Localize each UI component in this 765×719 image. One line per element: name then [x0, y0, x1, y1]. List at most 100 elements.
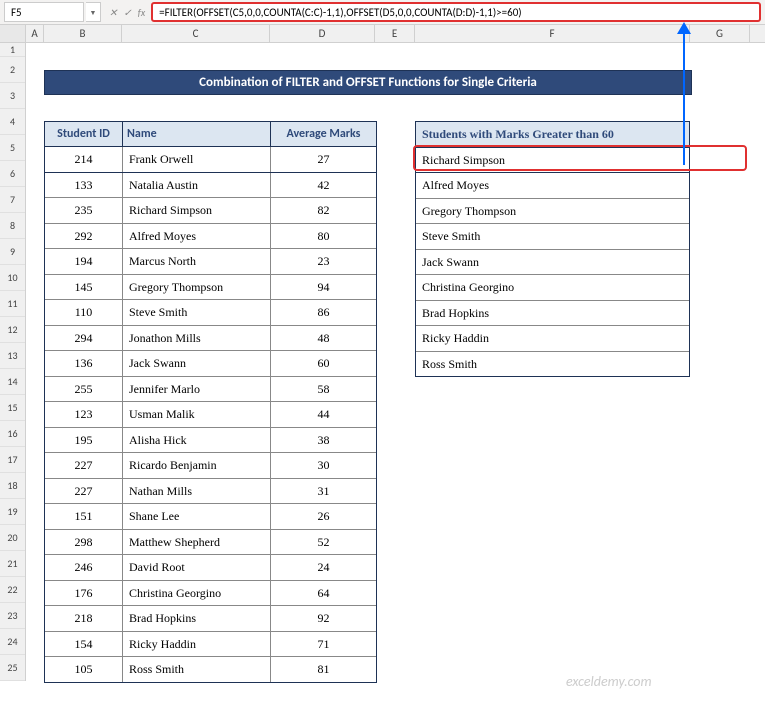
table-row[interactable]: 195Alisha Hick38	[45, 428, 376, 454]
row-header[interactable]: 9	[0, 239, 25, 265]
table-row[interactable]: 151Shane Lee26	[45, 504, 376, 530]
row-header[interactable]: 25	[0, 655, 25, 681]
table-row[interactable]: 176Christina Georgino64	[45, 581, 376, 607]
table-row[interactable]: 123Usman Malik44	[45, 402, 376, 428]
cell-id[interactable]: 176	[45, 581, 123, 606]
row-header[interactable]: 15	[0, 395, 25, 421]
name-box[interactable]: F5	[4, 2, 84, 22]
cell-id[interactable]: 214	[45, 147, 123, 172]
row-header[interactable]: 19	[0, 499, 25, 525]
table-row[interactable]: 194Marcus North23	[45, 249, 376, 275]
cell-name[interactable]: Natalia Austin	[123, 173, 271, 198]
cell-name[interactable]: Ricky Haddin	[123, 632, 271, 657]
formula-bar[interactable]: =FILTER(OFFSET(C5,0,0,COUNTA(C:C)-1,1),O…	[151, 2, 761, 22]
select-all-corner[interactable]	[0, 25, 26, 42]
cell-id[interactable]: 105	[45, 657, 123, 682]
cell-name[interactable]: Jennifer Marlo	[123, 377, 271, 402]
table-row[interactable]: 235Richard Simpson82	[45, 198, 376, 224]
table-row[interactable]: 294Jonathon Mills48	[45, 326, 376, 352]
table-row[interactable]: 255Jennifer Marlo58	[45, 377, 376, 403]
cell-name[interactable]: Frank Orwell	[123, 147, 271, 172]
cancel-icon[interactable]: ✕	[109, 6, 117, 19]
col-header-d[interactable]: D	[270, 25, 375, 42]
cell-result[interactable]: Jack Swann	[416, 250, 689, 275]
cell-marks[interactable]: 80	[271, 224, 376, 249]
cell-marks[interactable]: 44	[271, 402, 376, 427]
col-header-f[interactable]: F	[415, 25, 690, 42]
row-header[interactable]: 4	[0, 109, 25, 135]
cell-result[interactable]: Richard Simpson	[416, 148, 689, 173]
table-row[interactable]: 110Steve Smith86	[45, 300, 376, 326]
cell-id[interactable]: 154	[45, 632, 123, 657]
table-row[interactable]: Jack Swann	[416, 250, 689, 276]
cell-name[interactable]: Alisha Hick	[123, 428, 271, 453]
row-header[interactable]: 3	[0, 83, 25, 109]
table-row[interactable]: 145Gregory Thompson94	[45, 275, 376, 301]
table-row[interactable]: 292Alfred Moyes80	[45, 224, 376, 250]
cell-id[interactable]: 235	[45, 198, 123, 223]
table-row[interactable]: 246David Root24	[45, 555, 376, 581]
table-row[interactable]: 154Ricky Haddin71	[45, 632, 376, 658]
cell-marks[interactable]: 94	[271, 275, 376, 300]
cell-marks[interactable]: 27	[271, 147, 376, 172]
cell-id[interactable]: 218	[45, 606, 123, 631]
row-header[interactable]: 18	[0, 473, 25, 499]
cell-id[interactable]: 145	[45, 275, 123, 300]
table-row[interactable]: 298Matthew Shepherd52	[45, 530, 376, 556]
cell-name[interactable]: Alfred Moyes	[123, 224, 271, 249]
cell-marks[interactable]: 92	[271, 606, 376, 631]
cell-name[interactable]: Usman Malik	[123, 402, 271, 427]
cell-marks[interactable]: 30	[271, 453, 376, 478]
row-header[interactable]: 12	[0, 317, 25, 343]
cell-marks[interactable]: 82	[271, 198, 376, 223]
cell-id[interactable]: 255	[45, 377, 123, 402]
cell-name[interactable]: Steve Smith	[123, 300, 271, 325]
cell-marks[interactable]: 60	[271, 351, 376, 376]
row-header[interactable]: 17	[0, 447, 25, 473]
cell-name[interactable]: Brad Hopkins	[123, 606, 271, 631]
table-row[interactable]: Gregory Thompson	[416, 199, 689, 225]
cell-marks[interactable]: 26	[271, 504, 376, 529]
cell-marks[interactable]: 86	[271, 300, 376, 325]
cell-marks[interactable]: 71	[271, 632, 376, 657]
table-row[interactable]: Richard Simpson	[416, 148, 689, 174]
cell-id[interactable]: 292	[45, 224, 123, 249]
cell-name[interactable]: Ross Smith	[123, 657, 271, 682]
cell-name[interactable]: Shane Lee	[123, 504, 271, 529]
row-header[interactable]: 14	[0, 369, 25, 395]
row-header[interactable]: 16	[0, 421, 25, 447]
col-header-c[interactable]: C	[122, 25, 270, 42]
table-row[interactable]: 214Frank Orwell27	[45, 147, 376, 173]
cell-marks[interactable]: 64	[271, 581, 376, 606]
row-header[interactable]: 22	[0, 577, 25, 603]
cell-result[interactable]: Ross Smith	[416, 352, 689, 377]
cell-name[interactable]: Jack Swann	[123, 351, 271, 376]
table-row[interactable]: 227Ricardo Benjamin30	[45, 453, 376, 479]
row-header[interactable]: 1	[0, 43, 25, 57]
row-header[interactable]: 7	[0, 187, 25, 213]
cell-marks[interactable]: 58	[271, 377, 376, 402]
col-header-e[interactable]: E	[375, 25, 415, 42]
cell-name[interactable]: Nathan Mills	[123, 479, 271, 504]
cell-id[interactable]: 194	[45, 249, 123, 274]
row-header[interactable]: 21	[0, 551, 25, 577]
cell-result[interactable]: Ricky Haddin	[416, 326, 689, 351]
cell-id[interactable]: 136	[45, 351, 123, 376]
cell-marks[interactable]: 38	[271, 428, 376, 453]
cell-marks[interactable]: 31	[271, 479, 376, 504]
cells-area[interactable]: Combination of FILTER and OFFSET Functio…	[26, 43, 765, 681]
table-row[interactable]: 133Natalia Austin42	[45, 173, 376, 199]
table-row[interactable]: Ricky Haddin	[416, 326, 689, 352]
col-header-a[interactable]: A	[26, 25, 44, 42]
cell-name[interactable]: Richard Simpson	[123, 198, 271, 223]
row-header[interactable]: 8	[0, 213, 25, 239]
cell-name[interactable]: Matthew Shepherd	[123, 530, 271, 555]
cell-id[interactable]: 294	[45, 326, 123, 351]
table-row[interactable]: Steve Smith	[416, 224, 689, 250]
row-header[interactable]: 23	[0, 603, 25, 629]
table-row[interactable]: Brad Hopkins	[416, 301, 689, 327]
table-row[interactable]: 227Nathan Mills31	[45, 479, 376, 505]
table-row[interactable]: 105Ross Smith81	[45, 657, 376, 682]
table-row[interactable]: 136Jack Swann60	[45, 351, 376, 377]
cell-name[interactable]: Ricardo Benjamin	[123, 453, 271, 478]
